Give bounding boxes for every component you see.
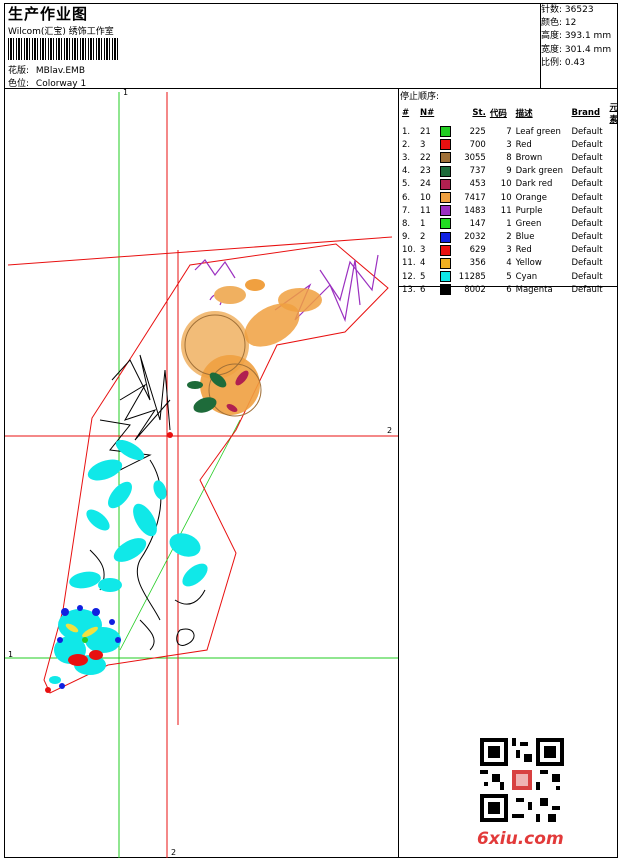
guide-label-v2: 2 [171, 848, 177, 857]
guide-label-v1: 1 [123, 88, 129, 97]
green-stitch-group [82, 637, 88, 643]
embroidery-design-preview [5, 92, 398, 858]
orange-stitch-group [181, 279, 322, 415]
guide-line [7, 236, 393, 266]
black-stitch-group [89, 354, 206, 651]
watermark: 6xiu.com [477, 829, 564, 849]
qr-code [480, 738, 564, 822]
guide-label-h1: 1 [8, 650, 14, 659]
guide-label-h2: 2 [387, 426, 393, 435]
cyan-stitch-group [49, 439, 208, 684]
